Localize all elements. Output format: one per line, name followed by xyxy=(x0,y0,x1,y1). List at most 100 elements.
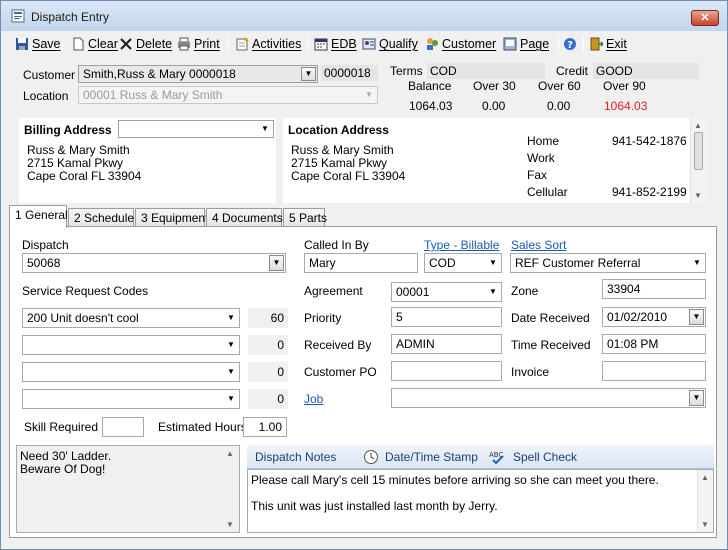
scroll-up-icon[interactable]: ▲ xyxy=(701,473,709,482)
scroll-down-icon[interactable]: ▼ xyxy=(694,191,702,200)
agreement-combo[interactable]: 00001 ▼ xyxy=(391,282,502,302)
customer-po-input[interactable] xyxy=(391,361,502,381)
customer-combo[interactable]: Smith,Russ & Mary 0000018 ▼ xyxy=(78,65,318,83)
zone-input[interactable]: 33904 xyxy=(602,279,706,299)
chevron-down-icon[interactable]: ▼ xyxy=(257,121,273,137)
chevron-down-icon[interactable]: ▼ xyxy=(223,337,239,353)
activities-button[interactable]: Activities xyxy=(235,35,301,53)
spell-check-button[interactable]: ABC Spell Check xyxy=(489,449,577,465)
edb-button[interactable]: EDB xyxy=(314,35,357,53)
close-button[interactable]: ✕ xyxy=(691,10,719,26)
dispatch-notes-memo[interactable]: Please call Mary's cell 15 minutes befor… xyxy=(247,469,714,533)
tab-general[interactable]: 1 General xyxy=(9,205,68,228)
location-line-1: Russ & Mary Smith xyxy=(291,143,394,157)
customer-button[interactable]: Customer xyxy=(425,35,496,53)
sales-sort-link[interactable]: Sales Sort xyxy=(511,238,566,252)
calendar-dropdown-icon[interactable]: ▼ xyxy=(689,309,704,325)
chevron-down-icon[interactable]: ▼ xyxy=(223,310,239,326)
delete-button[interactable]: Delete xyxy=(119,35,172,53)
qualify-button[interactable]: Qualify xyxy=(362,35,418,53)
received-by-input[interactable]: ADMIN xyxy=(391,334,502,354)
time-received-input[interactable]: 01:08 PM xyxy=(602,334,706,354)
called-in-by-input[interactable]: Mary xyxy=(304,253,418,273)
dispatch-notes-tab[interactable]: Dispatch Notes xyxy=(255,450,336,464)
tab-equipment[interactable]: 3 Equipment xyxy=(135,208,208,227)
save-button[interactable]: Save xyxy=(15,35,61,53)
help-button[interactable]: ? xyxy=(563,35,577,53)
credit-value: GOOD xyxy=(593,63,699,79)
skill-required-input[interactable] xyxy=(102,417,144,437)
invoice-input[interactable] xyxy=(602,361,706,381)
title-bar: Dispatch Entry ✕ xyxy=(1,1,727,31)
src-code-1[interactable]: 200 Unit doesn't cool ▼ xyxy=(22,308,240,328)
date-received-picker[interactable]: 01/02/2010 ▼ xyxy=(602,307,706,327)
received-by-label: Received By xyxy=(304,338,372,352)
delete-label: Delete xyxy=(136,37,173,51)
customer-value: Smith,Russ & Mary 0000018 xyxy=(83,67,236,81)
billing-address-combo[interactable]: ▼ xyxy=(118,120,274,138)
src-qty-3[interactable]: 0 xyxy=(248,362,288,382)
edb-label: EDB xyxy=(331,37,357,51)
location-combo[interactable]: 00001 Russ & Mary Smith ▼ xyxy=(78,86,378,104)
tab-documents[interactable]: 4 Documents xyxy=(206,208,283,227)
estimated-hours-input[interactable]: 1.00 xyxy=(243,417,287,437)
chevron-down-icon[interactable]: ▼ xyxy=(689,255,705,271)
chevron-down-icon[interactable]: ▼ xyxy=(223,364,239,380)
header-panel: Customer Smith,Russ & Mary 0000018 ▼ 000… xyxy=(7,55,723,205)
scroll-down-icon[interactable]: ▼ xyxy=(226,520,234,529)
tab-parts[interactable]: 5 Parts xyxy=(283,208,327,227)
billing-line-1: Russ & Mary Smith xyxy=(27,143,130,157)
scroll-down-icon[interactable]: ▼ xyxy=(701,520,709,529)
job-combo[interactable]: ▼ xyxy=(391,388,706,408)
priority-input[interactable]: 5 xyxy=(391,307,502,327)
src-qty-2[interactable]: 0 xyxy=(248,335,288,355)
location-line-3: Cape Coral FL 33904 xyxy=(291,169,406,183)
location-label: Location xyxy=(23,89,69,103)
dispatch-notes-scrollbar[interactable]: ▲ ▼ xyxy=(697,470,713,532)
location-notes-memo[interactable]: Need 30' Ladder. Beware Of Dog! ▲ ▼ xyxy=(16,445,240,533)
save-label: Save xyxy=(32,37,61,51)
chevron-down-icon[interactable]: ▼ xyxy=(301,67,316,81)
src-code-2[interactable]: ▼ xyxy=(22,335,240,355)
window-title: Dispatch Entry xyxy=(31,10,110,24)
scroll-up-icon[interactable]: ▲ xyxy=(226,449,234,458)
activities-label: Activities xyxy=(252,37,302,51)
sales-sort-combo[interactable]: REF Customer Referral ▼ xyxy=(510,253,706,273)
dispatch-combo[interactable]: 50068 ▼ xyxy=(22,253,286,273)
src-code-3[interactable]: ▼ xyxy=(22,362,240,382)
type-combo[interactable]: COD ▼ xyxy=(424,253,502,273)
page-button[interactable]: Page xyxy=(503,35,549,53)
chevron-down-icon[interactable]: ▼ xyxy=(689,390,704,406)
phone-label-cellular: Cellular xyxy=(527,185,568,199)
datetime-stamp-button[interactable]: Date/Time Stamp xyxy=(363,449,478,465)
aging-over90: 1064.03 xyxy=(604,99,648,113)
clear-button[interactable]: Clear xyxy=(71,35,118,53)
src-label: Service Request Codes xyxy=(22,284,149,298)
chevron-down-icon[interactable]: ▼ xyxy=(223,391,239,407)
print-button[interactable]: Print xyxy=(177,35,220,53)
datetime-stamp-label: Date/Time Stamp xyxy=(385,450,478,464)
src-qty-1[interactable]: 60 xyxy=(248,308,288,328)
job-link[interactable]: Job xyxy=(304,392,323,406)
billing-address-title: Billing Address xyxy=(24,123,112,137)
chevron-down-icon[interactable]: ▼ xyxy=(269,255,284,271)
phone-scrollbar[interactable]: ▲ ▼ xyxy=(690,118,706,203)
exit-door-icon xyxy=(590,37,603,51)
exit-button[interactable]: Exit xyxy=(589,35,627,53)
page-icon xyxy=(503,37,517,51)
scroll-up-icon[interactable]: ▲ xyxy=(694,121,702,130)
src-qty-4[interactable]: 0 xyxy=(248,389,288,409)
terms-value: COD xyxy=(427,63,545,79)
type-billable-link[interactable]: Type - Billable xyxy=(424,238,499,252)
location-notes-line-1: Need 30' Ladder. xyxy=(20,449,112,463)
location-notes-scrollbar[interactable]: ▲ ▼ xyxy=(223,446,239,532)
chevron-down-icon[interactable]: ▼ xyxy=(361,87,377,103)
dispatch-value: 50068 xyxy=(27,256,61,270)
scroll-thumb[interactable] xyxy=(694,132,703,170)
chevron-down-icon[interactable]: ▼ xyxy=(485,284,501,300)
date-received-value: 01/02/2010 xyxy=(607,310,668,324)
chevron-down-icon[interactable]: ▼ xyxy=(485,255,501,271)
tab-schedule[interactable]: 2 Schedule xyxy=(68,208,134,227)
customer-id: 0000018 xyxy=(321,65,378,81)
src-code-4[interactable]: ▼ xyxy=(22,389,240,409)
